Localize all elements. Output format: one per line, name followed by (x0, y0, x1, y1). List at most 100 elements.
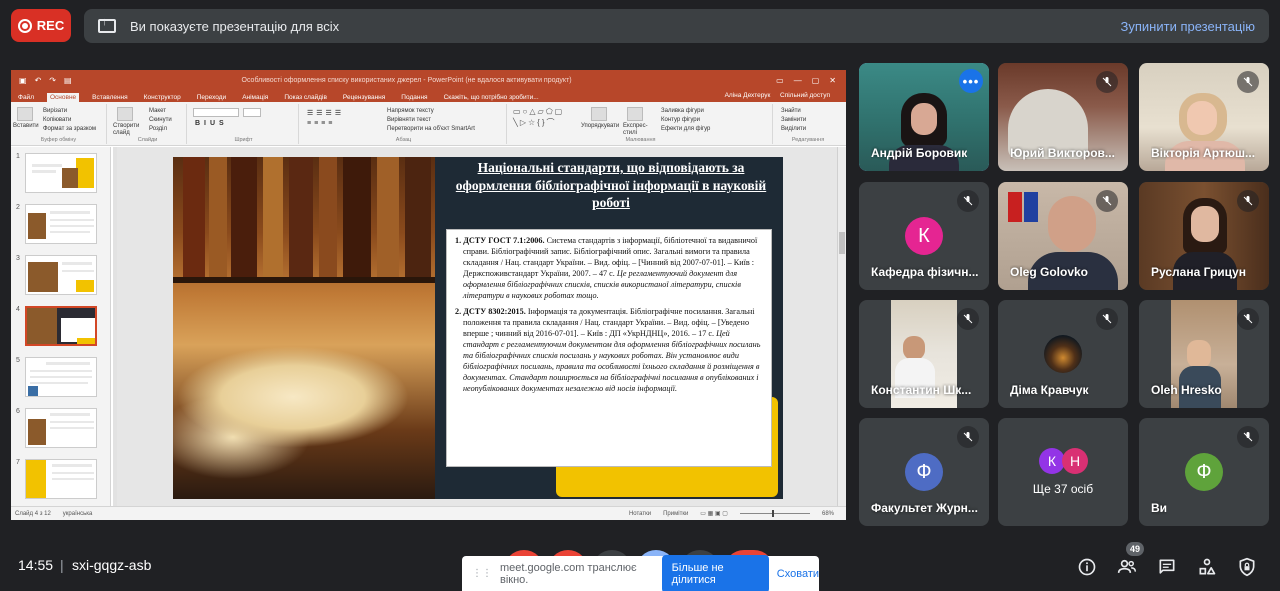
standard-item-1: 1. ДСТУ ГОСТ 7.1:2006. Система стандарті… (455, 236, 763, 301)
stop-sharing-button[interactable]: Більше не ділитися (661, 554, 769, 591)
ppt-tab: Анімація (242, 94, 269, 101)
muted-mic-icon (1237, 190, 1259, 212)
slide-scrollbar (837, 147, 846, 506)
host-controls-button[interactable] (1235, 555, 1259, 579)
record-icon (17, 18, 32, 33)
participant-tile[interactable]: Діма Кравчук (998, 300, 1128, 408)
participant-face (1187, 101, 1217, 135)
ppt-tab-active: Основне (46, 93, 80, 102)
participant-tile[interactable]: Oleh Hresko (1139, 300, 1269, 408)
ppt-tab: Файл (18, 94, 34, 101)
participant-tile[interactable]: Юрий Викторов... (998, 63, 1128, 171)
meeting-code: sxi-gqgz-asb (72, 557, 152, 573)
muted-mic-icon (1237, 308, 1259, 330)
ppt-tab: Рецензування (342, 94, 386, 101)
font-size-box (243, 108, 261, 117)
paste-icon (17, 107, 33, 121)
slide-thumbnail-selected (25, 306, 97, 346)
cut-label: Вирізати (43, 108, 68, 114)
select-label: Виділити (781, 126, 807, 132)
participant-avatar: Ф (1185, 453, 1223, 491)
ppt-tab: Показ слайдів (284, 94, 327, 101)
align-text-label: Вирівняти текст (387, 117, 431, 123)
participant-tile-self[interactable]: Ф Ви (1139, 418, 1269, 526)
shapes-gallery-row2: ╲▷☆{}⌒ (513, 118, 557, 127)
present-from-start-icon: ▤ (63, 75, 72, 85)
participant-face (911, 103, 937, 135)
slide-number: 4 (16, 306, 20, 313)
participant-tile[interactable]: К Кафедра фізичн... (859, 182, 989, 290)
slide-counter: Слайд 4 з 12 (15, 510, 51, 517)
close-icon: ✕ (829, 75, 836, 85)
ppt-statusbar: Слайд 4 з 12 українська Нотатки Примітки… (11, 506, 846, 520)
participant-name: Факультет Журн... (871, 501, 978, 515)
slide-number: 3 (16, 255, 20, 262)
more-participants-label: Ще 37 осіб (1032, 482, 1094, 496)
muted-mic-icon (1237, 426, 1259, 448)
muted-mic-icon (1096, 71, 1118, 93)
participant-tile[interactable]: ••• Андрій Боровик (859, 63, 989, 171)
participant-tile[interactable]: Руслана Грицун (1139, 182, 1269, 290)
copy-label: Копіювати (43, 117, 72, 123)
ppt-tab: Подання (401, 94, 428, 101)
slide-thumbnail (25, 408, 97, 448)
info-icon (1078, 558, 1096, 576)
muted-mic-icon (1237, 71, 1259, 93)
standard-item-2: 2. ДСТУ 8302:2015. Інформація та докумен… (455, 307, 763, 394)
activities-button[interactable] (1195, 555, 1219, 579)
recording-indicator[interactable]: REC (11, 9, 71, 42)
view-buttons: ▭ ▦ ▣ ▢ (700, 511, 728, 517)
activities-icon (1199, 558, 1216, 575)
language-indicator: українська (62, 510, 93, 517)
muted-mic-icon (1096, 308, 1118, 330)
participant-tile[interactable]: Ф Факультет Журн... (859, 418, 989, 526)
hide-notice-button[interactable]: Сховати (777, 568, 819, 580)
participant-name: Юрий Викторов... (1010, 146, 1115, 160)
participant-tile[interactable]: Вікторія Артюш... (1139, 63, 1269, 171)
undo-icon: ↶ (34, 75, 42, 85)
clipboard-group-label: Буфер обміну (40, 137, 77, 143)
reset-label: Скинути (149, 117, 172, 123)
participant-face (1048, 196, 1096, 252)
ppt-ribbon-tabs: Файл Основне Вставлення Конструктор Пере… (11, 90, 846, 102)
participant-name: Кафедра фізичн... (871, 265, 979, 279)
slide-number: 5 (16, 357, 20, 364)
align-buttons: ≡≡≡≡ (307, 120, 336, 127)
muted-mic-icon (957, 426, 979, 448)
maximize-icon: ▢ (811, 75, 820, 85)
people-button[interactable] (1115, 555, 1139, 579)
font-group-label: Шрифт (234, 137, 253, 143)
stop-presenting-button[interactable]: Зупинити презентацію (1121, 19, 1255, 34)
standard-1-code: 1. ДСТУ ГОСТ 7.1:2006. (455, 236, 545, 245)
ppt-titlebar: ▣ ↶ ↷ ▤ Особливості оформлення списку викор… (11, 70, 846, 90)
participant-group-tile[interactable]: К Н Ще 37 осіб (998, 418, 1128, 526)
editing-group-label: Редагування (791, 137, 825, 143)
slide-thumbnail (25, 459, 97, 499)
slide-thumbnail (25, 153, 97, 193)
slide-thumbnail (25, 204, 97, 244)
shared-screen: ▣ ↶ ↷ ▤ Особливості оформлення списку викор… (11, 70, 846, 520)
slide-thumbnail (25, 255, 97, 295)
meeting-details-button[interactable] (1075, 555, 1099, 579)
list-buttons: ☰☰☰☰ (307, 110, 345, 117)
more-options-button[interactable]: ••• (959, 69, 983, 93)
drag-handle-icon[interactable]: ⋮⋮ (472, 568, 492, 579)
participant-name: Вікторія Артюш... (1151, 146, 1256, 160)
participant-avatar: К (905, 217, 943, 255)
participant-tile[interactable]: Константин Шк... (859, 300, 989, 408)
participant-tile[interactable]: Oleg Golovko (998, 182, 1128, 290)
slides-group-label: Слайди (137, 137, 158, 143)
muted-mic-icon (957, 190, 979, 212)
chat-icon (1159, 559, 1175, 574)
participant-name: Діма Кравчук (1010, 383, 1089, 397)
meeting-time: 14:55 (18, 557, 54, 573)
ppt-ribbon: Вставити Вирізати Копіювати Формат за зр… (11, 102, 846, 146)
flag (1024, 192, 1038, 222)
paragraph-group-label: Абзац (395, 137, 412, 143)
zoom-level: 68% (821, 510, 834, 517)
format-painter-label: Формат за зразком (43, 126, 96, 132)
chat-button[interactable] (1155, 555, 1179, 579)
slide-number: 6 (16, 408, 20, 415)
people-count-badge: 49 (1126, 542, 1144, 556)
new-slide-icon (117, 107, 133, 121)
